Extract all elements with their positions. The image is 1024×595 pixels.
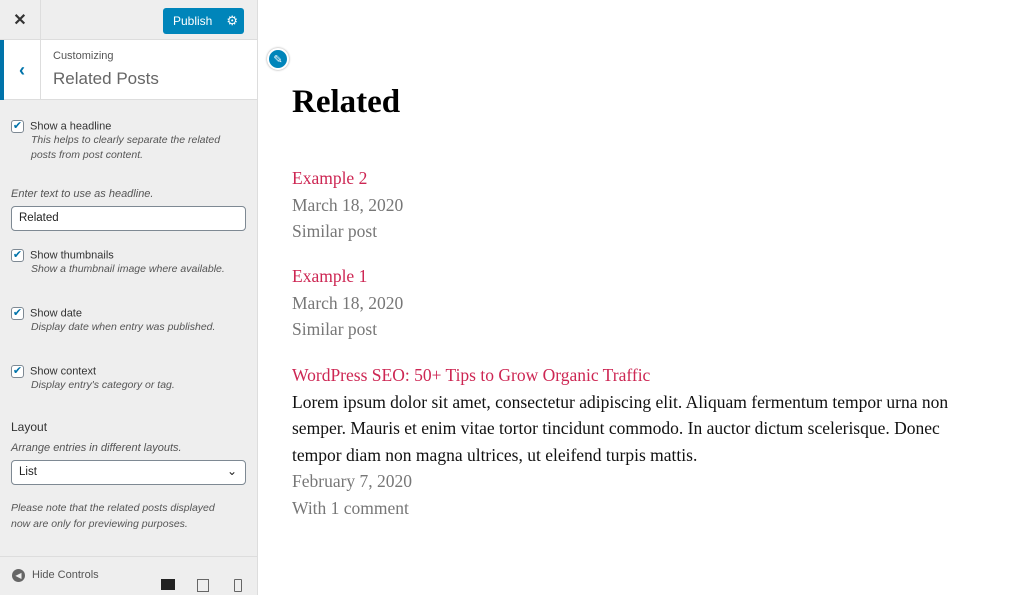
- option-label: Show a headline: [30, 120, 112, 133]
- related-post: Example 1 March 18, 2020 Similar post: [292, 263, 992, 343]
- option-desc: This helps to clearly separate the relat…: [31, 134, 221, 161]
- layout-desc: Arrange entries in different layouts.: [11, 442, 182, 454]
- section-header: ‹ Customizing Related Posts: [0, 40, 257, 100]
- post-link[interactable]: WordPress SEO: 50+ Tips to Grow Organic …: [292, 362, 992, 389]
- checkbox[interactable]: ✔: [11, 365, 24, 378]
- tablet-icon[interactable]: [197, 579, 209, 592]
- related-post: Example 2 March 18, 2020 Similar post: [292, 165, 992, 245]
- post-excerpt: Lorem ipsum dolor sit amet, consectetur …: [292, 391, 949, 465]
- mobile-icon[interactable]: [234, 579, 242, 592]
- publish-label: Publish: [173, 14, 213, 28]
- option-label: Show context: [30, 365, 97, 378]
- chevron-down-icon: ⌄: [226, 464, 237, 478]
- hide-controls-label: Hide Controls: [32, 569, 99, 581]
- preview-note: Please note that the related posts displ…: [11, 502, 215, 530]
- checkbox[interactable]: ✔: [11, 249, 24, 262]
- footer: ◀ Hide Controls: [0, 556, 257, 595]
- layout-title: Layout: [11, 420, 48, 434]
- show-date-option[interactable]: ✔ Show date Display date when entry was pu…: [11, 307, 215, 335]
- show-headline-option[interactable]: ✔ Show a headline This helps to clearly se…: [11, 120, 241, 163]
- collapse-icon: ◀: [12, 569, 25, 582]
- post-link[interactable]: Example 1: [292, 263, 992, 290]
- headline-input[interactable]: Related: [11, 206, 246, 231]
- section-title: Related Posts: [53, 69, 159, 88]
- breadcrumb: Customizing: [53, 50, 114, 62]
- publish-button[interactable]: Publish ⚙: [163, 8, 244, 34]
- option-label: Show date: [30, 307, 82, 320]
- pencil-icon[interactable]: ✎: [267, 48, 289, 70]
- layout-value: List: [19, 466, 37, 478]
- post-context: Similar post: [292, 319, 378, 339]
- post-date: February 7, 2020: [292, 471, 413, 491]
- post-link[interactable]: Example 2: [292, 165, 992, 192]
- close-icon[interactable]: ✕: [0, 0, 41, 40]
- hide-controls-button[interactable]: ◀ Hide Controls: [12, 569, 99, 582]
- show-context-option[interactable]: ✔ Show context Display entry's category or…: [11, 365, 175, 393]
- post-date: March 18, 2020: [292, 194, 404, 215]
- customizer-sidebar: ✕ Publish ⚙ ‹ Customizing Related Posts ✔…: [0, 0, 258, 595]
- show-thumbnails-option[interactable]: ✔ Show thumbnails Show a thumbnail image w…: [11, 249, 225, 277]
- top-bar: ✕ Publish ⚙: [0, 0, 257, 40]
- layout-select[interactable]: List ⌄: [11, 460, 246, 485]
- gear-icon[interactable]: ⚙: [226, 13, 238, 29]
- option-label: Show thumbnails: [30, 249, 114, 262]
- checkbox[interactable]: ✔: [11, 120, 24, 133]
- headline-label: Enter text to use as headline.: [11, 188, 154, 200]
- related-post: WordPress SEO: 50+ Tips to Grow Organic …: [292, 362, 992, 521]
- back-icon[interactable]: ‹: [0, 40, 41, 100]
- site-preview: ✎ Related Example 2 March 18, 2020 Similar…: [258, 0, 1024, 595]
- option-desc: Display entry's category or tag.: [31, 379, 175, 391]
- option-desc: Show a thumbnail image where available.: [31, 263, 225, 275]
- checkbox[interactable]: ✔: [11, 307, 24, 320]
- post-date: March 18, 2020: [292, 292, 404, 313]
- post-context: Similar post: [292, 221, 378, 241]
- related-heading: Related: [292, 84, 401, 120]
- desktop-icon[interactable]: [161, 579, 175, 590]
- option-desc: Display date when entry was published.: [31, 321, 216, 333]
- post-context: With 1 comment: [292, 497, 409, 518]
